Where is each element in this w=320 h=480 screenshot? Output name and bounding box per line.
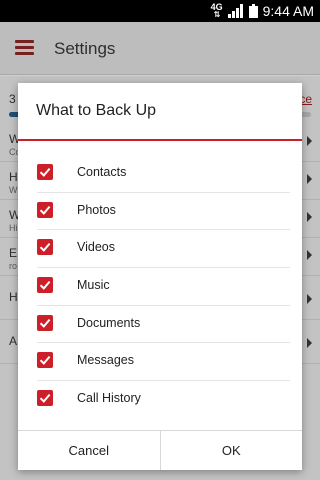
chevron-right-icon (307, 250, 312, 260)
option-label: Messages (77, 353, 134, 368)
backup-option-messages[interactable]: Messages (18, 343, 302, 382)
list-item-subtitle: ro (9, 261, 18, 271)
chevron-right-icon (307, 294, 312, 304)
signal-icon (227, 4, 243, 18)
battery-icon (248, 4, 258, 18)
option-label: Music (77, 278, 110, 293)
option-label: Videos (77, 240, 115, 255)
option-label: Documents (77, 315, 141, 330)
list-item-title: H (9, 290, 18, 304)
dialog-actions: Cancel OK (18, 430, 302, 470)
backup-option-list: Contacts Photos Videos Music Documents M… (18, 155, 302, 419)
chevron-right-icon (307, 212, 312, 222)
backup-option-call-history[interactable]: Call History (18, 381, 302, 419)
menu-icon[interactable] (15, 40, 34, 55)
backup-options-dialog: What to Back Up Contacts Photos Videos M… (18, 83, 302, 470)
list-item-title: A (9, 334, 18, 348)
list-item-title: H (9, 170, 18, 184)
chevron-right-icon (307, 136, 312, 146)
ok-button[interactable]: OK (159, 431, 303, 470)
app-bar: Settings (0, 22, 320, 75)
checkbox-checked-icon[interactable] (37, 164, 53, 180)
dialog-title: What to Back Up (36, 102, 157, 119)
cancel-button[interactable]: Cancel (18, 431, 160, 470)
option-label: Call History (77, 391, 141, 406)
list-item-title: E (9, 246, 18, 260)
backup-option-photos[interactable]: Photos (18, 193, 302, 231)
page-title: Settings (54, 39, 116, 58)
status-icons: 4G ⇅ 9:44 AM (211, 2, 314, 20)
storage-label: 3 (9, 92, 16, 106)
backup-option-music[interactable]: Music (18, 268, 302, 306)
checkbox-checked-icon[interactable] (37, 314, 53, 331)
list-item-subtitle: W (9, 185, 18, 195)
backup-option-documents[interactable]: Documents (18, 306, 302, 344)
checkbox-checked-icon[interactable] (37, 277, 53, 294)
checkbox-checked-icon[interactable] (37, 201, 53, 218)
chevron-right-icon (307, 338, 312, 348)
network-indicator: 4G ⇅ (211, 3, 223, 19)
status-bar: 4G ⇅ 9:44 AM (0, 0, 320, 22)
chevron-right-icon (307, 174, 312, 184)
data-arrows-icon: ⇅ (213, 10, 221, 19)
checkbox-checked-icon[interactable] (37, 390, 53, 407)
option-label: Photos (77, 202, 116, 217)
backup-option-videos[interactable]: Videos (18, 230, 302, 269)
backup-option-contacts[interactable]: Contacts (18, 155, 302, 193)
list-item-subtitle: Hi (9, 223, 18, 233)
checkbox-checked-icon[interactable] (37, 352, 53, 369)
clock: 9:44 AM (262, 3, 314, 19)
option-label: Contacts (77, 165, 127, 179)
dialog-title-divider (18, 139, 302, 141)
checkbox-checked-icon[interactable] (37, 239, 53, 256)
